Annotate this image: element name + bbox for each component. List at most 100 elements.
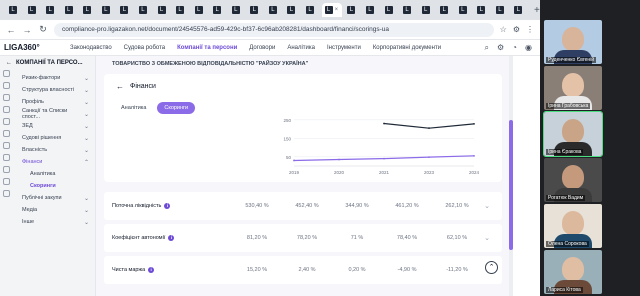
browser-tab[interactable]: L [117, 3, 134, 17]
browser-tab[interactable]: L [229, 3, 246, 17]
forward-icon[interactable]: → [22, 25, 32, 35]
participant-tile[interactable]: Руденченко Євгеній [544, 20, 602, 64]
x-tick-label: 2024 [469, 170, 480, 175]
user-icon[interactable]: ◉ [525, 43, 532, 53]
new-tab-button[interactable]: + [534, 5, 540, 16]
nav-item[interactable]: Аналітика [287, 45, 315, 51]
browser-tab[interactable]: L [511, 3, 528, 17]
url-field[interactable]: compliance-pro.ligazakon.net/document/24… [54, 22, 494, 37]
cell: -4,90 % [397, 267, 417, 273]
menu-icon[interactable]: ⋮ [526, 25, 534, 34]
row-label-text: Коефіцієнт автономії [112, 235, 166, 241]
browser-tab[interactable]: L [136, 3, 153, 17]
data-point[interactable] [473, 154, 475, 157]
tab-favicon-icon: L [157, 6, 166, 14]
finance-tabs: Аналітика Скоринги [114, 102, 196, 114]
data-point[interactable] [428, 156, 430, 159]
chevron-down-icon[interactable]: ⌄ [484, 234, 502, 242]
info-icon[interactable]: i [164, 203, 171, 209]
data-point[interactable] [383, 122, 385, 125]
browser-tab[interactable]: L [192, 3, 209, 17]
browser-tab[interactable]: L [210, 3, 227, 17]
sidebar-item[interactable]: Інше ⌄ [0, 216, 95, 228]
tab-favicon-icon: L [514, 6, 523, 14]
browser-tab[interactable]: L [437, 3, 454, 17]
participant-tile[interactable]: Рогатюк Вадим [544, 158, 602, 202]
reload-icon[interactable]: ↻ [38, 24, 48, 35]
nav-item[interactable]: Договори [249, 45, 275, 51]
participant-tile[interactable]: Олена Сорокова [544, 204, 602, 248]
browser-tab[interactable]: L [6, 3, 23, 17]
table-row[interactable]: Поточна ліквідність i 530,40 % 452,40 % … [104, 192, 502, 220]
sidebar-item[interactable]: Медіа ⌄ [0, 204, 95, 216]
participant-tile[interactable]: Ірина Єракова [543, 111, 603, 157]
scroll-to-top-button[interactable]: ⌃ [485, 261, 498, 274]
browser-tab[interactable]: L [400, 3, 417, 17]
sidebar-item-label: Власність [22, 147, 48, 153]
nav-item[interactable]: Інструменти [327, 45, 361, 51]
browser-tab[interactable]: L [25, 3, 42, 17]
browser-tab[interactable]: L [62, 3, 79, 17]
nav-item[interactable]: Судова робота [124, 45, 165, 51]
sidebar-section-icon [3, 118, 10, 125]
bookmark-star-icon[interactable]: ☆ [500, 25, 507, 34]
browser-tab[interactable]: L [99, 3, 116, 17]
participant-tile[interactable]: Лариса Кітова [544, 250, 602, 294]
sidebar-item-label: Медіа [22, 207, 38, 213]
bell-icon[interactable]: ◔ [512, 43, 517, 53]
tab-scorings[interactable]: Скоринги [157, 102, 196, 114]
browser-tab[interactable]: L [80, 3, 97, 17]
back-icon[interactable]: ← [6, 25, 16, 35]
browser-tab[interactable]: L [363, 3, 380, 17]
browser-tab[interactable]: L [303, 3, 320, 17]
browser-tab[interactable]: L [419, 3, 436, 17]
browser-tab[interactable]: L [493, 3, 510, 17]
participant-face [562, 257, 584, 281]
browser-tab[interactable]: L [456, 3, 473, 17]
browser-address-bar: ← → ↻ compliance-pro.ligazakon.net/docum… [0, 20, 540, 40]
tab-favicon-icon: L [268, 6, 277, 14]
browser-tab[interactable]: L [247, 3, 264, 17]
tab-favicon-icon: L [347, 6, 356, 14]
data-point[interactable] [383, 157, 385, 160]
table-row[interactable]: Коефіцієнт автономії i 81,20 % 78,20 % 7… [104, 224, 502, 252]
liga360-logo[interactable]: LIGA360° [0, 43, 60, 52]
browser-tab[interactable]: L [43, 3, 60, 17]
sidebar-section-icon [3, 70, 10, 77]
tab-analytics[interactable]: Аналітика [114, 102, 153, 114]
sidebar-item-label: Інше [22, 219, 35, 225]
info-icon[interactable]: i [148, 267, 155, 273]
browser-tab[interactable]: L [382, 3, 399, 17]
browser-tab[interactable]: L [284, 3, 301, 17]
browser-tab[interactable]: L [474, 3, 491, 17]
browser-tab[interactable]: L × [321, 3, 343, 17]
nav-item[interactable]: Корпоративні документи [373, 45, 441, 51]
nav-item[interactable]: Законодавство [70, 45, 112, 51]
browser-tab[interactable]: L [155, 3, 172, 17]
back-arrow-icon[interactable]: ← [116, 82, 124, 91]
arrow-left-icon: ← [6, 60, 12, 66]
nav-item[interactable]: Компанії та персони [177, 45, 237, 51]
chevron-down-icon[interactable]: ⌄ [484, 202, 502, 210]
browser-tab[interactable]: L [344, 3, 361, 17]
browser-tab[interactable]: L [173, 3, 190, 17]
tab-favicon-icon: L [287, 6, 296, 14]
browser-tab[interactable]: L [266, 3, 283, 17]
extensions-icon[interactable]: ⚙ [513, 25, 520, 34]
row-label: Поточна ліквідність i [104, 203, 232, 209]
table-row[interactable]: Чиста маржа i 15,20 % 2,40 % 0,20 % -4,9… [104, 256, 502, 284]
data-point[interactable] [293, 159, 295, 162]
info-icon[interactable]: i [168, 235, 175, 241]
search-icon[interactable]: ⌕ [485, 43, 489, 53]
data-point[interactable] [338, 158, 340, 161]
participant-tile[interactable]: Ірина Грабовська [544, 66, 602, 110]
data-point[interactable] [428, 127, 430, 130]
sidebar-item-label: Профіль [22, 99, 44, 105]
tab-close-icon[interactable]: × [335, 7, 339, 13]
data-point[interactable] [473, 123, 475, 125]
main-content: ТОВАРИСТВО З ОБМЕЖЕНОЮ ВІДПОВІДАЛЬНІСТЮ … [96, 56, 510, 296]
cell: 0,20 % [348, 267, 366, 273]
scrollbar-thumb[interactable] [509, 120, 513, 250]
settings-icon[interactable]: ⚙ [497, 43, 504, 53]
x-tick-label: 2019 [289, 170, 300, 175]
